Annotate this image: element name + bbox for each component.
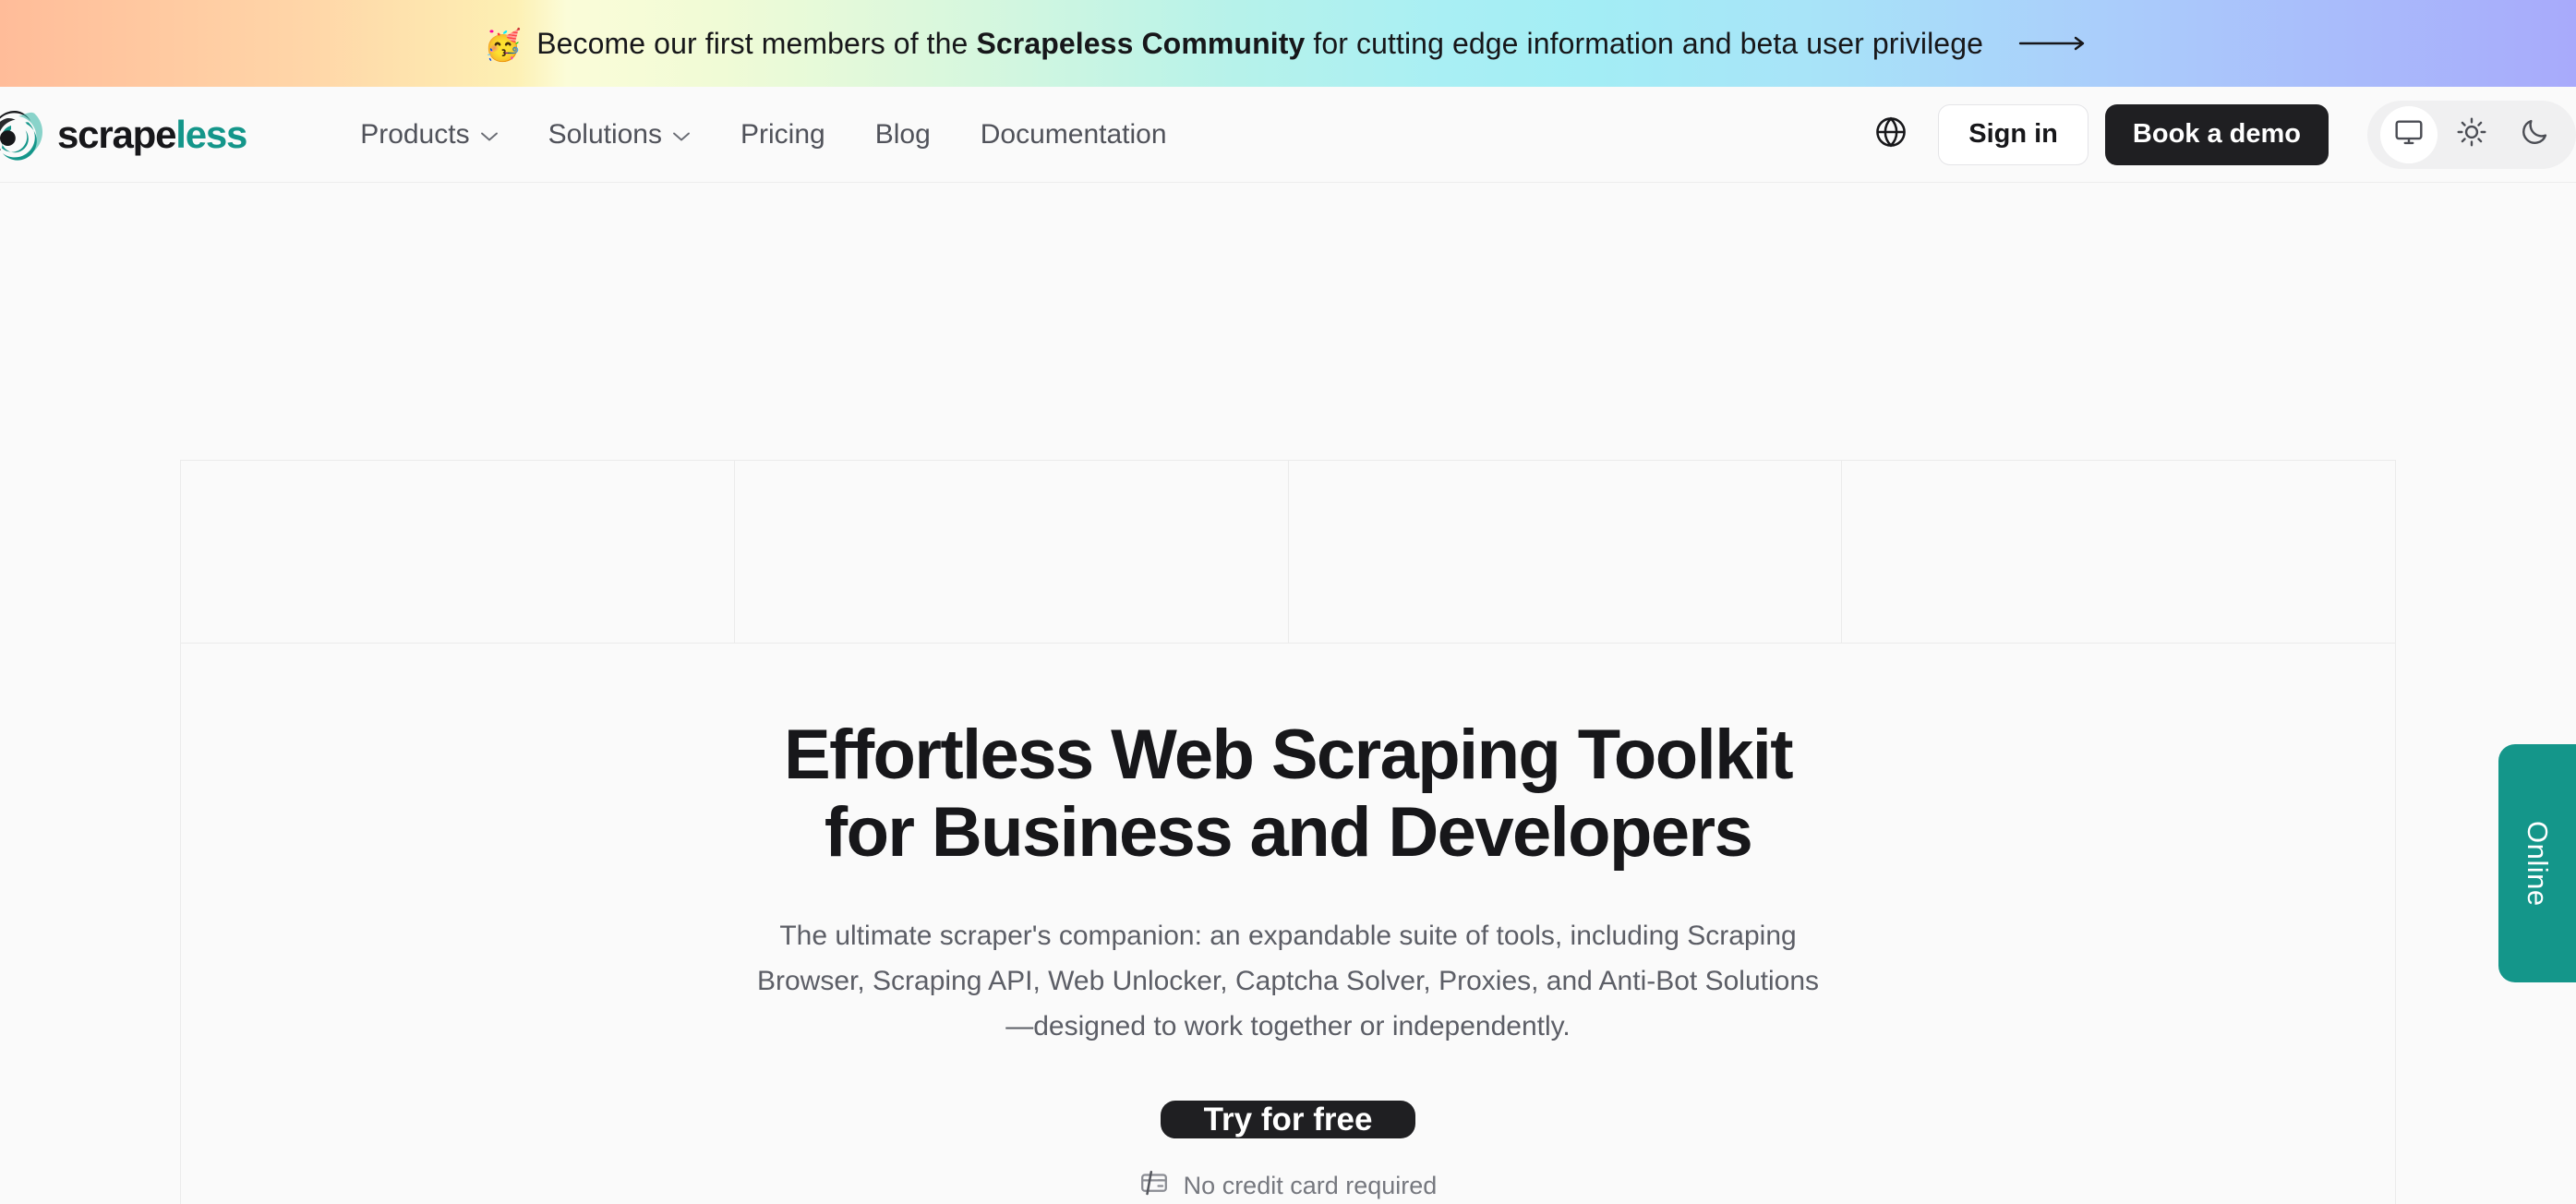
- brand-word-accent: less: [175, 112, 247, 156]
- brand-wordmark: scrapeless: [57, 112, 247, 156]
- announcement-text-before: Become our first members of the: [536, 26, 977, 60]
- sign-in-button[interactable]: Sign in: [1938, 103, 2088, 165]
- globe-icon: [1873, 114, 1908, 154]
- theme-option-system[interactable]: [2380, 105, 2438, 163]
- brand-logo[interactable]: scrapeless: [0, 105, 247, 164]
- announcement-banner-content: 🥳 Become our first members of the Scrape…: [484, 27, 2092, 61]
- theme-toggle-group: [2367, 100, 2576, 169]
- main-navigation: Products Solutions Pricing Blog Document…: [335, 110, 1191, 160]
- nav-label: Products: [360, 118, 470, 150]
- hero-title-line-1: Effortless Web Scraping Toolkit: [784, 716, 1794, 794]
- page-title: Effortless Web Scraping Toolkit for Busi…: [784, 716, 1794, 873]
- announcement-banner-text: Become our first members of the Scrapele…: [536, 27, 1983, 61]
- announcement-text-after: for cutting edge information and beta us…: [1305, 26, 1983, 60]
- long-arrow-right-icon: [2018, 34, 2092, 53]
- chevron-down-icon: [672, 131, 691, 142]
- site-header: scrapeless Products Solutions Pricing Bl…: [0, 87, 2576, 183]
- live-chat-online-tab[interactable]: Online: [2498, 744, 2576, 982]
- nav-label: Pricing: [740, 118, 825, 150]
- sun-icon: [2456, 116, 2487, 152]
- hero-grid-decoration: Effortless Web Scraping Toolkit for Busi…: [180, 460, 2396, 1204]
- monitor-icon: [2393, 116, 2425, 152]
- announcement-banner[interactable]: 🥳 Become our first members of the Scrape…: [0, 0, 2576, 87]
- hero-subtitle: The ultimate scraper's companion: an exp…: [756, 920, 1820, 1041]
- hero-grid-cell: [1842, 461, 2395, 643]
- hero-grid-row: [181, 460, 2395, 644]
- moon-icon: [2519, 116, 2550, 152]
- nav-item-documentation[interactable]: Documentation: [956, 110, 1192, 160]
- language-switcher-button[interactable]: [1864, 108, 1918, 162]
- nav-item-products[interactable]: Products: [335, 110, 523, 160]
- nav-label: Blog: [874, 118, 931, 150]
- scrapeless-spiral-logo-icon: [0, 105, 46, 164]
- no-credit-card-label: No credit card required: [1183, 1172, 1438, 1199]
- nav-item-pricing[interactable]: Pricing: [716, 110, 850, 160]
- hero-grid-cell: [1289, 461, 1843, 643]
- header-actions: Sign in Book a demo: [1864, 100, 2576, 169]
- nav-label: Documentation: [980, 118, 1167, 150]
- hero-title-line-2: for Business and Developers: [824, 793, 1753, 873]
- book-a-demo-button[interactable]: Book a demo: [2104, 103, 2329, 165]
- live-chat-online-label: Online: [2522, 820, 2554, 907]
- hero-content: Effortless Web Scraping Toolkit for Busi…: [181, 644, 2395, 1204]
- nav-label: Solutions: [548, 118, 662, 150]
- hero-grid-cell: [735, 461, 1289, 643]
- nav-item-blog[interactable]: Blog: [850, 110, 956, 160]
- party-face-emoji-icon: 🥳: [483, 27, 523, 62]
- theme-option-light[interactable]: [2443, 106, 2500, 163]
- brand-word-dark: scrape: [57, 112, 176, 156]
- nav-item-solutions[interactable]: Solutions: [524, 110, 716, 160]
- no-credit-card-note: No credit card required: [1139, 1168, 1438, 1204]
- try-for-free-button[interactable]: Try for free: [1160, 1101, 1416, 1138]
- hero-grid-cell: [181, 461, 735, 643]
- chevron-down-icon: [480, 131, 499, 142]
- credit-card-off-icon: [1139, 1168, 1169, 1204]
- hero-section: Effortless Web Scraping Toolkit for Busi…: [0, 183, 2576, 1204]
- announcement-highlight: Scrapeless Community: [976, 26, 1306, 60]
- theme-option-dark[interactable]: [2506, 106, 2563, 163]
